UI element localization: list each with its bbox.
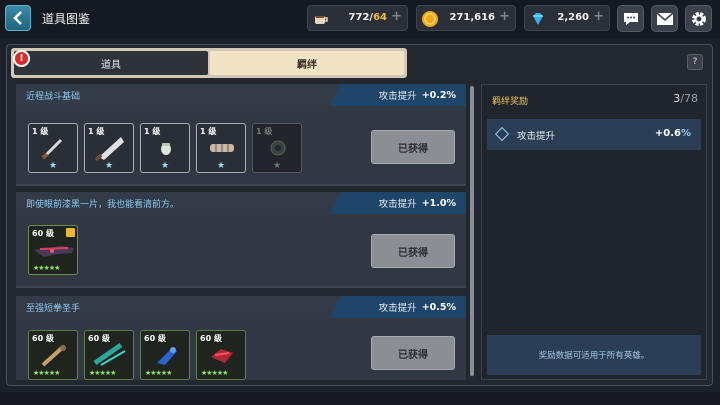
envelope-icon: [656, 11, 673, 25]
item-slot[interactable]: 60 级 ★★★★★: [28, 330, 78, 380]
item-slot[interactable]: 60 级 ★★★★★: [84, 330, 134, 380]
bond-stat: 攻击提升 +1.0%: [330, 192, 466, 214]
item-slot[interactable]: 1 级 ★: [84, 123, 134, 173]
bond-list[interactable]: 近程战斗基础 攻击提升 +0.2% 1 级 ★ 1 级 ★ 1 级 ★ 1 级 ★…: [16, 84, 468, 380]
page-title: 道具图鉴: [42, 12, 91, 26]
dark-rifle-icon: [34, 246, 74, 257]
obtained-button[interactable]: 已获得: [371, 336, 455, 370]
tab-bonds[interactable]: 羁绊: [210, 51, 404, 75]
bonus-label: 攻击提升: [517, 131, 556, 142]
gauntlet-teal-icon: [93, 342, 126, 366]
gold-value: 271,616: [449, 12, 495, 23]
bond-card-header: 即使眼前漆黑一片，我也能看清前方。 攻击提升 +1.0%: [16, 192, 466, 214]
bond-name: 即使眼前漆黑一片，我也能看清前方。: [26, 200, 180, 210]
bond-card: 即使眼前漆黑一片，我也能看清前方。 攻击提升 +1.0% 60 级 ★★★★★ 已…: [16, 192, 466, 288]
knife-icon: [41, 138, 63, 160]
obtained-button[interactable]: 已获得: [371, 234, 455, 268]
coffee-cup-icon: [315, 16, 328, 24]
star-icon: ★: [272, 161, 282, 171]
knuckle-icon: [210, 144, 234, 152]
gem-counter[interactable]: 2,260 +: [524, 5, 610, 31]
alert-badge: !: [13, 50, 30, 67]
star-icon: ★: [48, 161, 58, 171]
item-slot[interactable]: 60 级 ★★★★★: [196, 330, 246, 380]
star-icon: ★: [104, 161, 114, 171]
bond-card: 至强短拳圣手 攻击提升 +0.5% 60 级 ★★★★★ 60 级 ★★★★★ 6…: [16, 296, 466, 380]
settings-button[interactable]: [685, 5, 712, 32]
item-slot[interactable]: 1 级 ★: [140, 123, 190, 173]
gauntlet-gold-icon: [41, 345, 66, 367]
back-button[interactable]: [5, 5, 31, 31]
bond-stat: 攻击提升 +0.2%: [330, 84, 466, 106]
add-gem-button[interactable]: +: [593, 9, 604, 24]
item-slot-locked[interactable]: 1 级 ★: [252, 123, 302, 173]
cleaver-icon: [94, 137, 124, 161]
diamond-icon: [494, 126, 510, 142]
help-button[interactable]: ?: [687, 54, 703, 70]
reward-note: 奖励数据可适用于所有英雄。: [487, 335, 701, 375]
gold-coin-icon: [422, 11, 438, 27]
list-scrollbar[interactable]: [470, 84, 474, 380]
gem-icon: [533, 13, 543, 25]
bond-card: 近程战斗基础 攻击提升 +0.2% 1 级 ★ 1 级 ★ 1 级 ★ 1 级 ★…: [16, 84, 466, 186]
bond-card-header: 近程战斗基础 攻击提升 +0.2%: [16, 84, 466, 106]
tab-items[interactable]: 道具: [14, 51, 208, 75]
item-slot[interactable]: 60 级 ★★★★★: [140, 330, 190, 380]
gauntlet-blue-icon: [157, 347, 177, 365]
gear-icon: [691, 11, 706, 26]
panel-title: 羁绊奖励: [492, 97, 529, 107]
obtained-button[interactable]: 已获得: [371, 130, 455, 164]
star-rating: ★★★★★: [33, 264, 60, 272]
bond-reward-panel: 羁绊奖励 3/78 攻击提升 +0.6% 奖励数据可适用于所有英雄。: [481, 84, 707, 380]
bond-name: 近程战斗基础: [26, 92, 81, 102]
chat-bubble-icon: [623, 12, 638, 25]
gold-counter[interactable]: 271,616 +: [416, 5, 516, 31]
bond-count: 3/78: [673, 92, 698, 105]
gauntlet-red-icon: [211, 349, 233, 363]
bottom-edge: [0, 392, 720, 405]
bonus-value: +0.6%: [654, 128, 691, 139]
star-icon: ★: [160, 161, 170, 171]
orb-icon: [270, 140, 286, 156]
chat-button[interactable]: [617, 5, 644, 32]
stamina-counter[interactable]: 772/64 +: [307, 5, 408, 31]
mail-button[interactable]: [651, 5, 678, 32]
add-stamina-button[interactable]: +: [391, 9, 402, 24]
stamina-value: 772/64: [348, 12, 387, 23]
rank-badge-icon: [66, 228, 75, 237]
bonus-row: 攻击提升 +0.6%: [487, 119, 701, 150]
star-icon: ★: [216, 161, 226, 171]
scrollbar-thumb[interactable]: [470, 86, 474, 376]
bond-stat: 攻击提升 +0.5%: [330, 296, 466, 318]
item-slot[interactable]: 1 级 ★: [196, 123, 246, 173]
bond-name: 至强短拳圣手: [26, 304, 81, 314]
chevron-left-icon: [13, 11, 22, 25]
bond-card-header: 至强短拳圣手 攻击提升 +0.5%: [16, 296, 466, 318]
add-gold-button[interactable]: +: [499, 9, 510, 24]
gem-value: 2,260: [557, 12, 589, 23]
tab-bar: 道具 羁绊: [11, 48, 407, 78]
item-slot[interactable]: 1 级 ★: [28, 123, 78, 173]
glove-icon: [161, 143, 171, 155]
item-slot[interactable]: 60 级 ★★★★★: [28, 225, 78, 275]
